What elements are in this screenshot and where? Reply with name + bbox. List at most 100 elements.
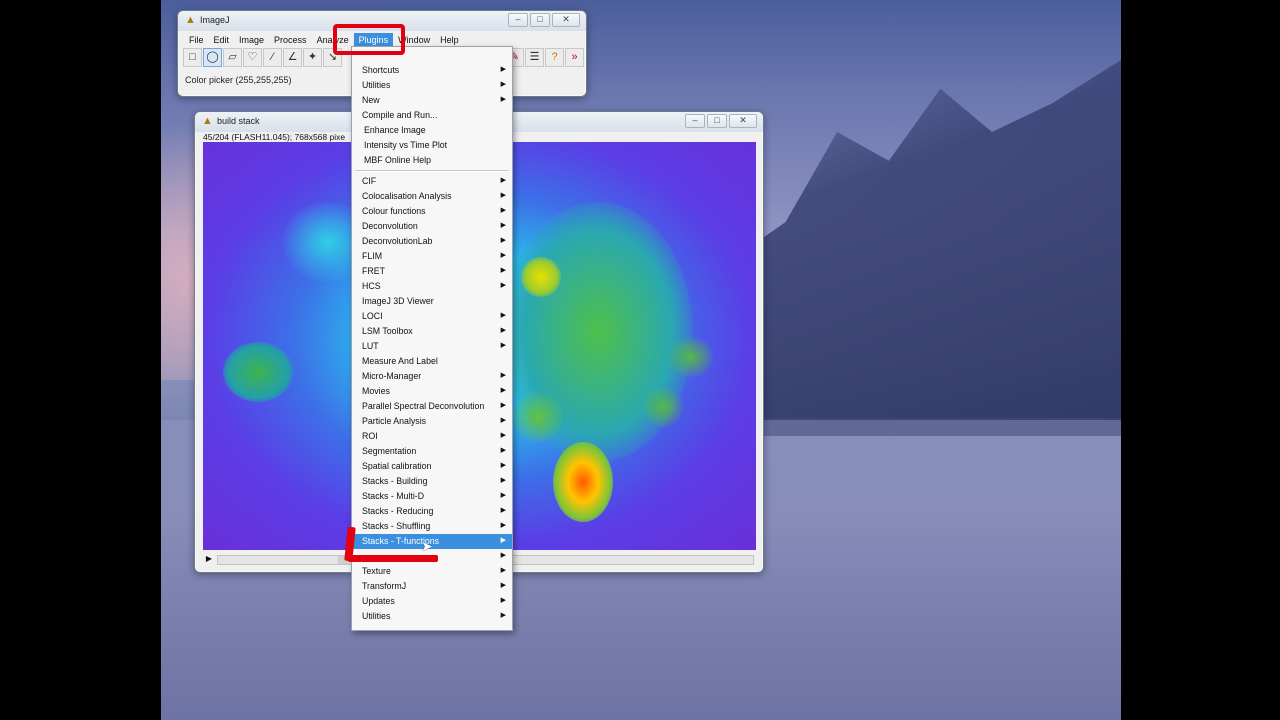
cell-blob xyxy=(521,257,561,297)
minimize-button[interactable]: – xyxy=(685,114,705,128)
plugins-menu-item[interactable]: Stacks - Shuffling ▶ xyxy=(352,519,512,534)
menu-item-label: Enhance Image xyxy=(364,125,426,135)
oval-tool-icon[interactable]: ◯ xyxy=(203,48,222,67)
minimize-button[interactable]: – xyxy=(508,13,528,27)
plugins-menu-item[interactable]: CIF ▶ xyxy=(352,174,512,189)
plugins-menu-item[interactable]: Enhance Image xyxy=(352,123,512,138)
plugins-menu-item[interactable]: FLIM ▶ xyxy=(352,249,512,264)
plugins-menu-item[interactable]: LSM Toolbox ▶ xyxy=(352,324,512,339)
submenu-arrow-icon: ▶ xyxy=(500,81,506,88)
menu-item-label: FLIM xyxy=(362,251,383,261)
plugins-menu-item[interactable]: DeconvolutionLab ▶ xyxy=(352,234,512,249)
menu-help[interactable]: Help xyxy=(435,33,464,47)
plugins-menu-item[interactable]: New ▶ xyxy=(352,93,512,108)
submenu-arrow-icon: ▶ xyxy=(500,207,506,214)
submenu-arrow-icon: ▶ xyxy=(500,237,506,244)
close-button[interactable]: ✕ xyxy=(729,114,757,128)
maximize-button[interactable]: □ xyxy=(530,13,550,27)
menu-item-label: ROI xyxy=(362,431,378,441)
menu-item-label: HCS xyxy=(362,281,381,291)
submenu-arrow-icon: ▶ xyxy=(500,192,506,199)
plugins-menu-item[interactable]: FRET ▶ xyxy=(352,264,512,279)
plugins-menu-item[interactable]: Stacks - Building ▶ xyxy=(352,474,512,489)
menu-item-label: LUT xyxy=(362,341,379,351)
stack-tool-icon[interactable]: ☰ xyxy=(525,48,544,67)
plugins-menu-item[interactable]: Measure And Label xyxy=(352,354,512,369)
menu-process[interactable]: Process xyxy=(269,33,312,47)
point-tool-icon[interactable]: ✦ xyxy=(303,48,322,67)
plugins-menu-item[interactable]: Stacks - Multi-D ▶ xyxy=(352,489,512,504)
submenu-arrow-icon: ▶ xyxy=(500,537,506,544)
play-icon[interactable]: ▶ xyxy=(203,553,215,565)
stack-app-icon: ▲ xyxy=(202,115,213,127)
menu-edit[interactable]: Edit xyxy=(209,33,235,47)
menu-item-label: Micro-Manager xyxy=(362,371,422,381)
menu-item-label: Updates xyxy=(362,596,395,606)
plugins-menu-item[interactable]: ImageJ 3D Viewer xyxy=(352,294,512,309)
annotation-mark xyxy=(348,555,438,562)
plugins-menu-item[interactable]: Stacks - Reducing ▶ xyxy=(352,504,512,519)
menu-item-label: Parallel Spectral Deconvolution xyxy=(362,401,485,411)
plugins-menu-item[interactable]: Colocalisation Analysis ▶ xyxy=(352,189,512,204)
plugins-menu-item[interactable]: MBF Online Help xyxy=(352,153,512,168)
help-tool-icon[interactable]: ? xyxy=(545,48,564,67)
submenu-arrow-icon: ▶ xyxy=(500,327,506,334)
plugins-menu-item[interactable]: Compile and Run... xyxy=(352,108,512,123)
menu-item-label: Measure And Label xyxy=(362,356,438,366)
window-title: ImageJ xyxy=(200,15,230,25)
submenu-arrow-icon: ▶ xyxy=(500,417,506,424)
tool-bar: □ ◯ ▱ ♡ ∕ ∠ ✦ ↘ xyxy=(183,48,342,67)
plugins-menu-item[interactable]: Micro-Manager ▶ xyxy=(352,369,512,384)
plugins-menu-item[interactable]: Intensity vs Time Plot xyxy=(352,138,512,153)
plugins-menu-item[interactable]: Spatial calibration ▶ xyxy=(352,459,512,474)
menu-item-label: LSM Toolbox xyxy=(362,326,413,336)
submenu-arrow-icon: ▶ xyxy=(500,66,506,73)
polygon-tool-icon[interactable]: ▱ xyxy=(223,48,242,67)
more-tools-icon[interactable]: » xyxy=(565,48,584,67)
maximize-button[interactable]: □ xyxy=(707,114,727,128)
status-text: Color picker (255,255,255) xyxy=(185,75,292,85)
close-button[interactable]: ✕ xyxy=(552,13,580,27)
annotation-box xyxy=(333,24,405,55)
submenu-arrow-icon: ▶ xyxy=(500,387,506,394)
menu-item-label: Particle Analysis xyxy=(362,416,427,426)
menu-item-label: New xyxy=(362,95,380,105)
plugins-menu-item[interactable]: Parallel Spectral Deconvolution ▶ xyxy=(352,399,512,414)
mouse-cursor-icon: ➤ xyxy=(421,538,433,554)
menu-item-label: Stacks - Shuffling xyxy=(362,521,431,531)
plugins-menu-item[interactable]: Deconvolution ▶ xyxy=(352,219,512,234)
submenu-arrow-icon: ▶ xyxy=(500,477,506,484)
submenu-arrow-icon: ▶ xyxy=(500,282,506,289)
plugins-menu-item[interactable]: LOCI ▶ xyxy=(352,309,512,324)
menu-item-label: Stacks - Reducing xyxy=(362,506,434,516)
menu-bar: File Edit Image Process Analyze Plugins … xyxy=(184,33,464,47)
plugins-menu-item[interactable]: HCS ▶ xyxy=(352,279,512,294)
menu-file[interactable]: File xyxy=(184,33,209,47)
plugins-menu-item[interactable]: TransformJ ▶ xyxy=(352,579,512,594)
line-tool-icon[interactable]: ∕ xyxy=(263,48,282,67)
menu-item-label: DeconvolutionLab xyxy=(362,236,433,246)
angle-tool-icon[interactable]: ∠ xyxy=(283,48,302,67)
menu-item-label: Texture xyxy=(362,566,391,576)
plugins-menu-item[interactable]: Utilities ▶ xyxy=(352,78,512,93)
plugins-menu-item[interactable]: Particle Analysis ▶ xyxy=(352,414,512,429)
cell-blob xyxy=(223,342,293,402)
plugins-menu-item[interactable]: Segmentation ▶ xyxy=(352,444,512,459)
plugins-menu-item[interactable]: Updates ▶ xyxy=(352,594,512,609)
submenu-arrow-icon: ▶ xyxy=(500,462,506,469)
plugins-menu-item[interactable]: Utilities ▶ xyxy=(352,609,512,624)
plugins-menu-item[interactable]: ROI ▶ xyxy=(352,429,512,444)
plugins-menu-item[interactable]: LUT ▶ xyxy=(352,339,512,354)
plugins-menu-item[interactable]: Colour functions ▶ xyxy=(352,204,512,219)
menu-item-label: Compile and Run... xyxy=(362,110,438,120)
plugins-menu-item[interactable]: Movies ▶ xyxy=(352,384,512,399)
freehand-tool-icon[interactable]: ♡ xyxy=(243,48,262,67)
menu-item-label: Segmentation xyxy=(362,446,417,456)
rectangle-tool-icon[interactable]: □ xyxy=(183,48,202,67)
menu-item-label: MBF Online Help xyxy=(364,155,431,165)
plugins-menu-item[interactable]: Shortcuts ▶ xyxy=(352,63,512,78)
menu-item-label: Colocalisation Analysis xyxy=(362,191,452,201)
menu-image[interactable]: Image xyxy=(234,33,269,47)
submenu-arrow-icon: ▶ xyxy=(500,222,506,229)
plugins-menu-item[interactable]: Texture ▶ xyxy=(352,564,512,579)
